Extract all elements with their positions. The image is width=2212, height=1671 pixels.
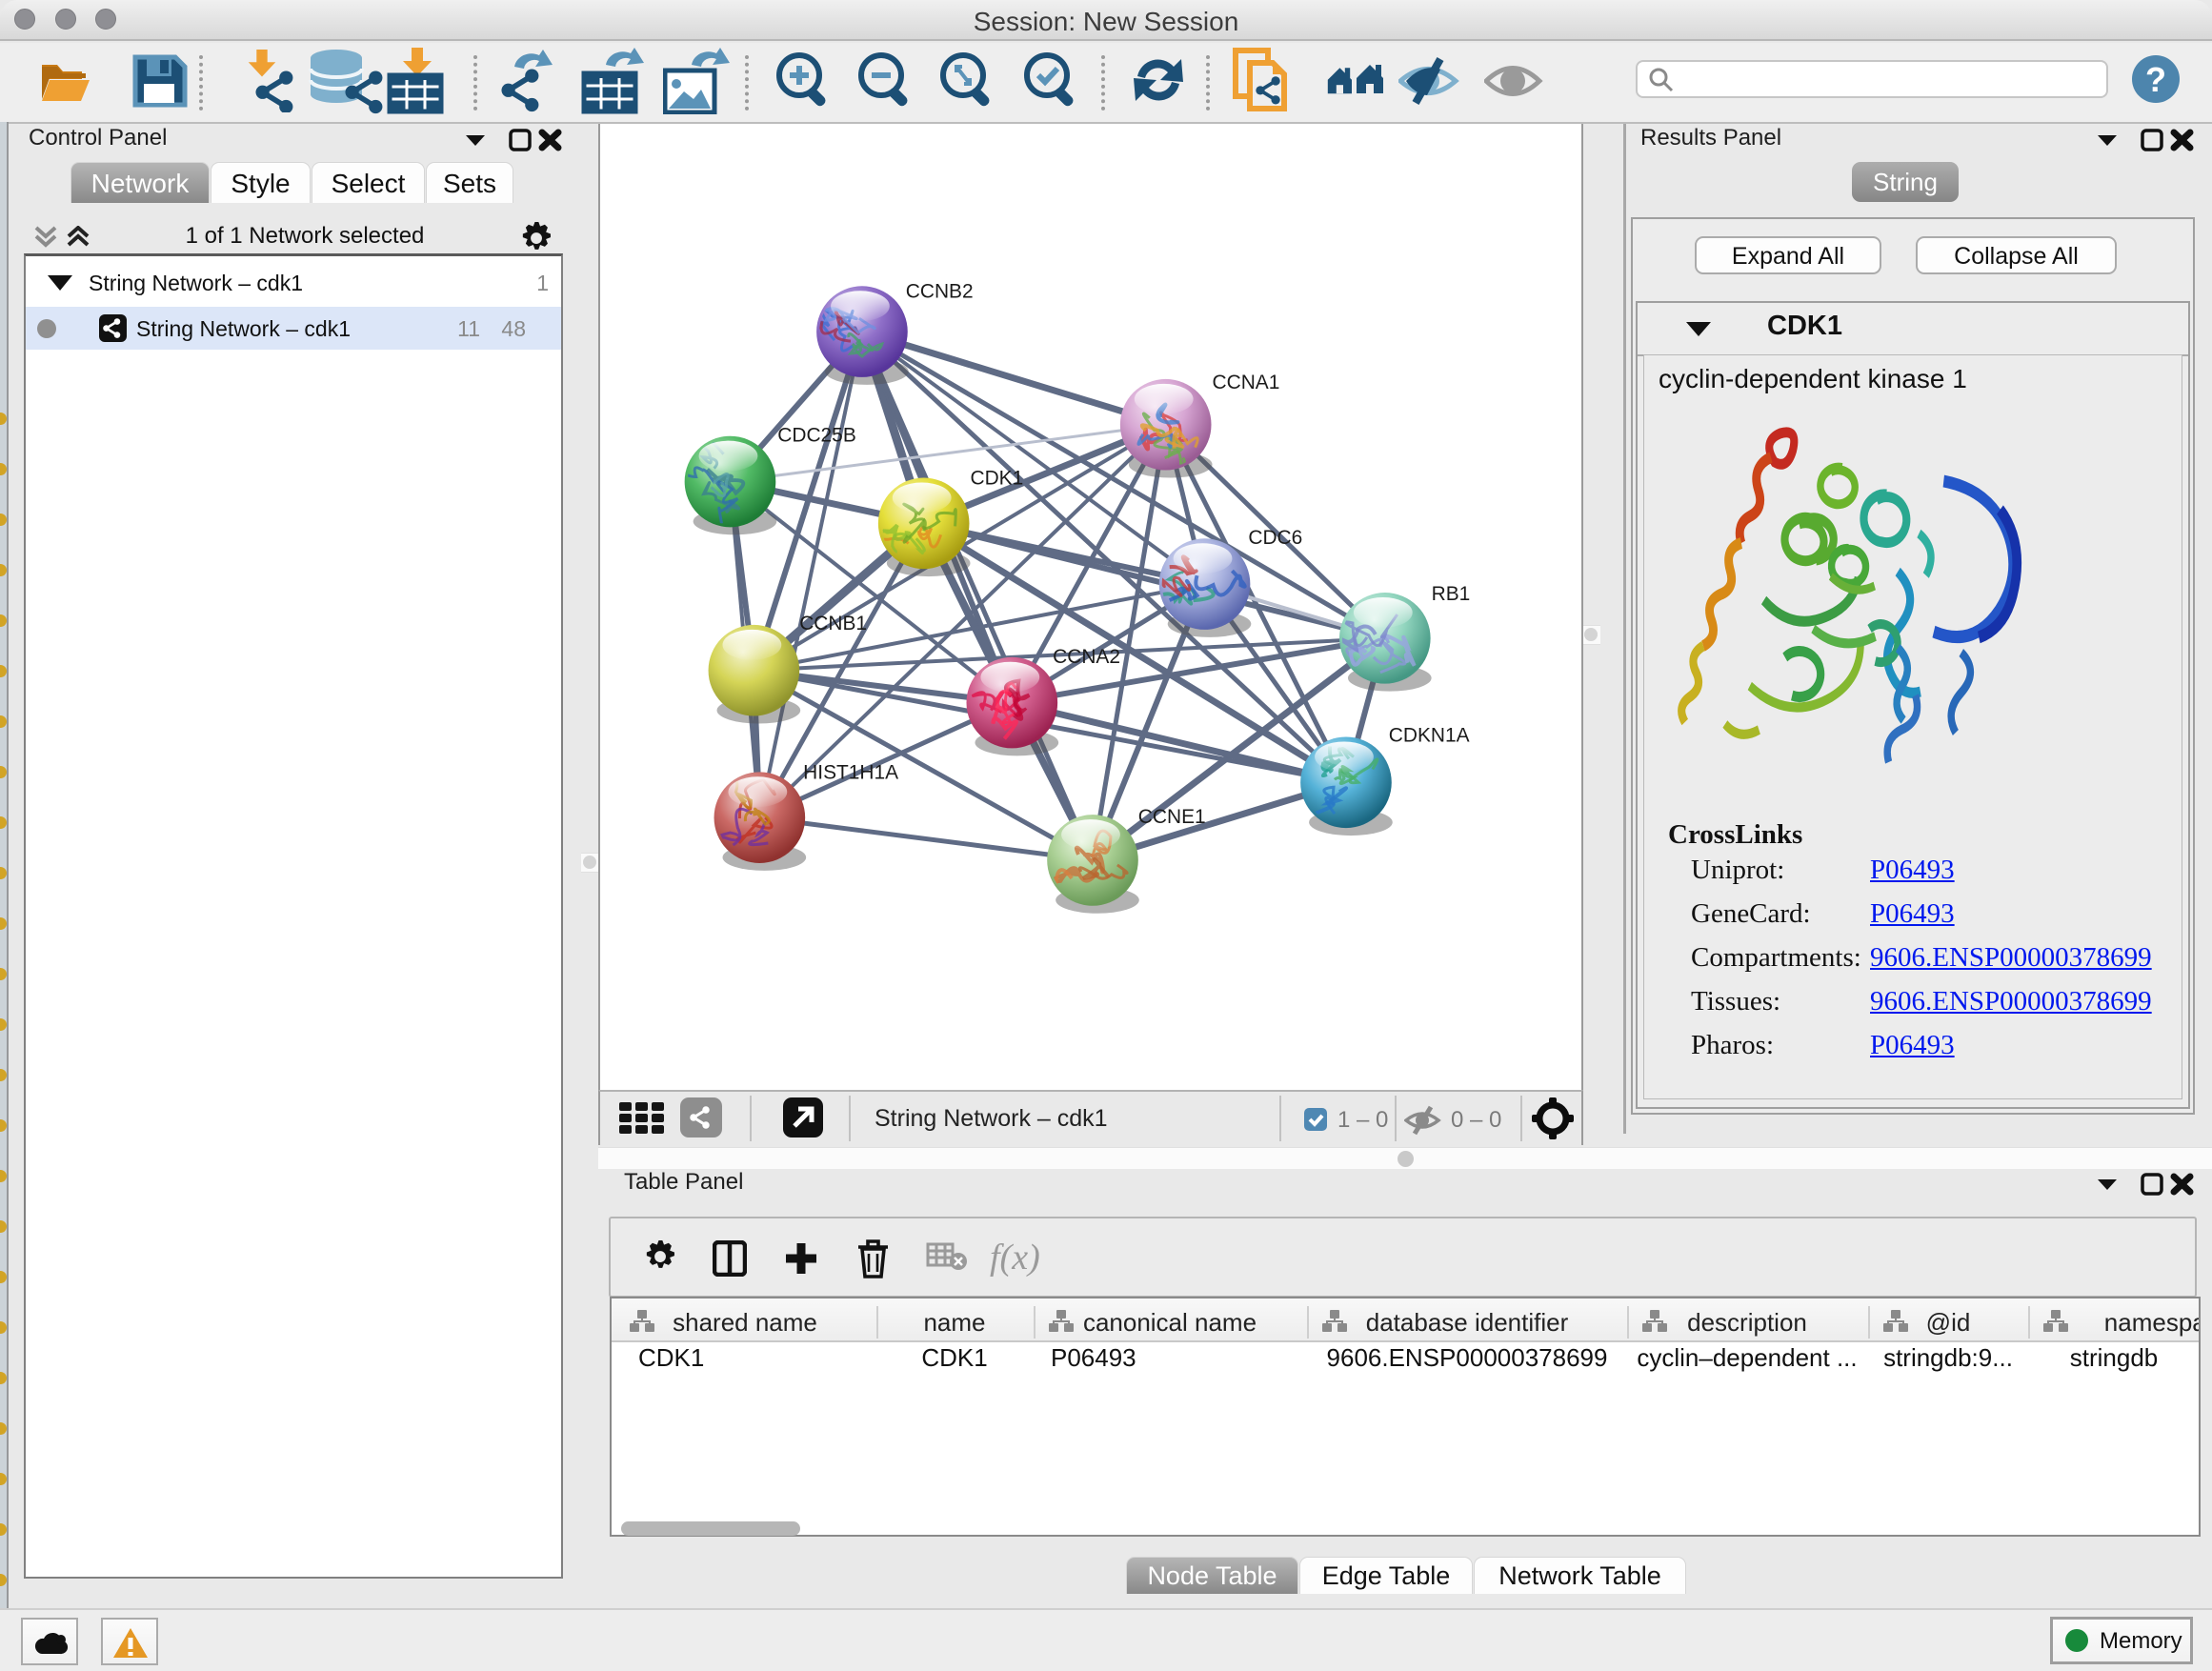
svg-text:HIST1H1A: HIST1H1A	[803, 761, 898, 783]
svg-text:RB1: RB1	[1432, 583, 1471, 605]
svg-text:CDC25B: CDC25B	[777, 425, 856, 447]
svg-text:CCNE1: CCNE1	[1138, 806, 1206, 828]
svg-text:CCNA2: CCNA2	[1053, 646, 1120, 668]
svg-text:CDK1: CDK1	[970, 467, 1023, 489]
svg-text:CCNB2: CCNB2	[906, 280, 974, 302]
svg-text:CCNA1: CCNA1	[1213, 372, 1280, 393]
svg-text:CDC6: CDC6	[1248, 527, 1302, 549]
svg-text:CDKN1A: CDKN1A	[1389, 724, 1470, 746]
svg-text:CCNB1: CCNB1	[799, 613, 867, 634]
